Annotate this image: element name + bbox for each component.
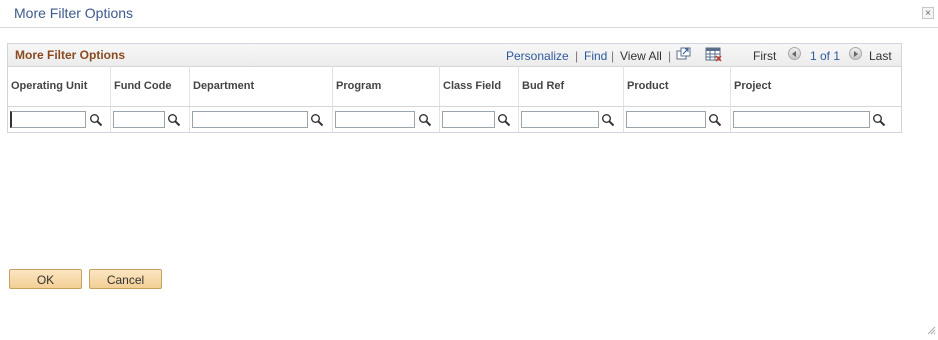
first-label: First <box>753 49 777 63</box>
cell-department <box>190 107 333 132</box>
download-grid-icon[interactable] <box>705 47 723 62</box>
lookup-icon[interactable] <box>872 113 886 127</box>
cell-bud-ref <box>519 107 624 132</box>
title-divider <box>0 27 938 28</box>
page-count: 1 of 1 <box>810 49 841 63</box>
column-header-row: Operating Unit Fund Code Department Prog… <box>8 66 901 107</box>
column-header-bud-ref: Bud Ref <box>519 66 624 106</box>
grid-header: More Filter Options Personalize | Find |… <box>8 44 901 67</box>
operating-unit-input[interactable] <box>10 111 86 128</box>
lookup-icon[interactable] <box>310 113 324 127</box>
column-header-product: Product <box>624 66 731 106</box>
cell-product <box>624 107 731 132</box>
department-input[interactable] <box>192 111 308 128</box>
cell-operating-unit <box>8 107 111 132</box>
column-header-project: Project <box>734 80 772 92</box>
toolbar-separator: | <box>611 49 615 63</box>
lookup-icon[interactable] <box>601 113 615 127</box>
column-header-fund-code: Fund Code <box>111 66 190 106</box>
table-row <box>8 107 901 132</box>
class-field-input[interactable] <box>442 111 495 128</box>
column-header-operating-unit: Operating Unit <box>8 66 111 106</box>
column-header-program: Program <box>333 66 440 106</box>
lookup-icon[interactable] <box>167 113 181 127</box>
lookup-icon[interactable] <box>89 113 103 127</box>
product-input[interactable] <box>626 111 706 128</box>
bud-ref-input[interactable] <box>521 111 599 128</box>
toolbar-separator: | <box>668 49 672 63</box>
dialog-title: More Filter Options <box>14 5 134 21</box>
find-link[interactable]: Find <box>584 49 607 63</box>
cell-program <box>333 107 440 132</box>
cell-project <box>731 107 901 132</box>
zoom-grid-icon[interactable] <box>676 47 692 61</box>
cancel-button[interactable]: Cancel <box>89 269 162 289</box>
ok-button[interactable]: OK <box>9 269 82 289</box>
filter-grid: More Filter Options Personalize | Find |… <box>7 43 902 133</box>
lookup-icon[interactable] <box>497 113 511 127</box>
program-input[interactable] <box>335 111 415 128</box>
last-label: Last <box>869 49 892 63</box>
personalize-link[interactable]: Personalize <box>506 49 569 63</box>
cell-fund-code <box>111 107 190 132</box>
lookup-icon[interactable] <box>708 113 722 127</box>
lookup-icon[interactable] <box>418 113 432 127</box>
resize-grip-icon[interactable] <box>926 322 936 335</box>
fund-code-input[interactable] <box>113 111 165 128</box>
close-button[interactable]: × <box>922 7 934 19</box>
toolbar-separator: | <box>575 49 579 63</box>
view-all-link[interactable]: View All <box>620 49 662 63</box>
grid-title: More Filter Options <box>15 48 126 62</box>
cell-class-field <box>440 107 519 132</box>
next-row-button[interactable] <box>849 47 862 60</box>
previous-row-button[interactable] <box>788 47 801 60</box>
column-header-department: Department <box>190 66 333 106</box>
column-header-class-field: Class Field <box>440 66 519 106</box>
project-input[interactable] <box>733 111 870 128</box>
